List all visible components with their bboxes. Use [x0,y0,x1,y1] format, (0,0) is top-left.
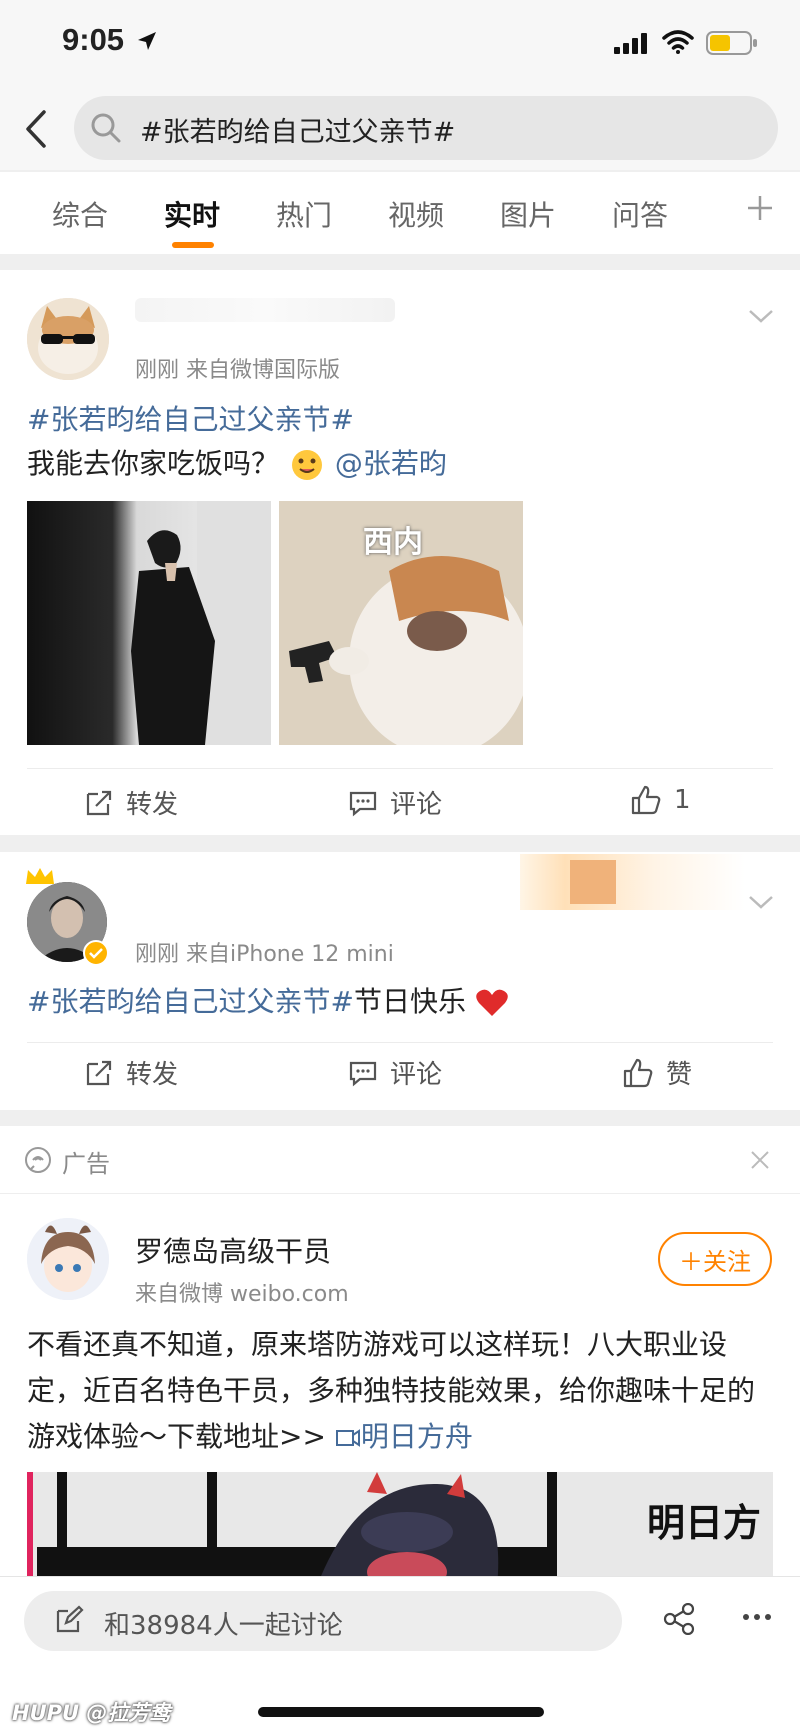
back-arrow-icon[interactable] [22,108,52,150]
battery-icon [706,31,757,55]
ad-speaker-icon [25,1147,51,1173]
edit-icon [56,1605,84,1633]
ad-account-name[interactable]: 罗德岛高级干员 [135,1230,331,1270]
repost-label: 转发 [126,1060,179,1090]
like-label: 赞 [666,1060,693,1090]
post-body: #张若昀给自己过父亲节# 我能去你家吃饭吗？ @张若昀 [27,398,447,486]
repost-icon [86,790,112,815]
repost-button[interactable]: 转发 [84,784,178,821]
search-icon [91,113,121,143]
ad-banner-image[interactable]: 明日方 [27,1472,773,1586]
tab-realtime[interactable]: 实时 [164,194,220,234]
repost-button[interactable]: 转发 [84,1054,178,1091]
image-caption: 西内 [363,525,423,560]
post-photo-cat[interactable]: 西内 [279,501,523,745]
man-in-suit-image [27,501,271,745]
post-text: 节日快乐 [353,985,466,1018]
comment-icon [349,791,377,816]
bottom-bar: 和38984人一起讨论 HUPU @拉芳鸯 [0,1576,800,1731]
comment-button[interactable]: 评论 [348,784,442,821]
search-header: #张若昀给自己过父亲节# [0,90,800,170]
avatar[interactable] [27,298,109,380]
search-query: #张若昀给自己过父亲节# [140,117,456,148]
tab-pictures[interactable]: 图片 [500,194,556,234]
thumbs-up-icon [623,1058,653,1087]
post-card: 刚刚 来自微博国际版 #张若昀给自己过父亲节# 我能去你家吃饭吗？ @张若昀 西… [0,270,800,835]
tab-video[interactable]: 视频 [388,194,444,234]
comment-label: 评论 [390,790,443,820]
follow-button[interactable]: ＋关注 [658,1232,772,1286]
chevron-down-icon[interactable] [748,308,774,324]
post-card: 刚刚 来自iPhone 12 mini #张若昀给自己过父亲节#节日快乐 转发 … [0,852,800,1110]
post-photo-man[interactable] [27,501,271,745]
comment-button[interactable]: 评论 [348,1054,442,1091]
status-time: 9:05 [62,22,125,57]
share-icon[interactable] [662,1603,696,1635]
ad-card: 广告 罗德岛高级干员 来自微博 weibo.com ＋关注 不看还真不知道，原来… [0,1126,800,1586]
repost-icon [86,1060,112,1085]
mention-link[interactable]: @张若昀 [335,447,447,480]
anime-girl-avatar-image [27,1218,109,1300]
ad-source: 来自微博 weibo.com [135,1282,349,1307]
like-count: 1 [674,785,691,815]
post-meta: 刚刚 来自微博国际版 [135,358,340,383]
location-arrow-icon [138,32,156,50]
post-body: #张若昀给自己过父亲节#节日快乐 [27,980,509,1024]
comment-label: 评论 [390,1060,443,1090]
tab-bar: 综合 实时 热门 视频 图片 问答 [0,172,800,254]
like-button[interactable]: 赞 [622,1054,692,1091]
blurred-username [135,298,395,322]
ad-body: 不看还真不知道，原来塔防游戏可以这样玩！八大职业设定，近百名特色干员，多种独特技… [27,1322,777,1460]
search-input[interactable]: #张若昀给自己过父亲节# [74,96,778,160]
post-text: 我能去你家吃饭吗？ [27,447,280,480]
verified-badge-icon [83,940,109,966]
topic-link[interactable]: #张若昀给自己过父亲节# [27,985,354,1018]
chevron-down-icon[interactable] [748,894,774,910]
more-icon[interactable] [742,1613,772,1621]
comment-icon [349,1061,377,1086]
discuss-label: 和38984人一起讨论 [104,1611,343,1641]
wifi-icon [662,30,694,54]
blurred-username-banner [520,854,745,910]
home-indicator [258,1707,544,1717]
ad-label: 广告 [62,1150,110,1178]
active-tab-indicator [172,242,214,248]
watermark: HUPU @拉芳鸯 [12,1701,171,1725]
ad-banner-title: 明日方 [647,1500,762,1545]
link-icon [335,1429,360,1447]
status-bar: 9:05 [0,0,800,90]
discuss-input[interactable]: 和38984人一起讨论 [24,1591,622,1651]
ad-avatar[interactable] [27,1218,109,1300]
action-divider [27,1042,773,1043]
ad-header: 广告 [0,1126,800,1194]
ad-link[interactable]: 明日方舟 [361,1420,473,1453]
like-button[interactable]: 1 [630,784,691,816]
red-heart-icon [476,989,508,1016]
repost-label: 转发 [126,790,179,820]
close-icon[interactable] [750,1150,770,1170]
post-meta: 刚刚 来自iPhone 12 mini [135,942,394,967]
topic-link[interactable]: #张若昀给自己过父亲节# [27,403,354,436]
drooling-emoji-icon [291,450,322,480]
action-divider [27,768,773,769]
tab-hot[interactable]: 热门 [276,194,332,234]
plus-icon[interactable] [746,194,774,222]
tab-comprehensive[interactable]: 综合 [52,194,108,234]
thumbs-up-icon [631,785,661,815]
cellular-signal-icon [614,33,647,54]
cat-sunglasses-avatar-image [27,298,109,380]
tab-qa[interactable]: 问答 [612,194,668,234]
